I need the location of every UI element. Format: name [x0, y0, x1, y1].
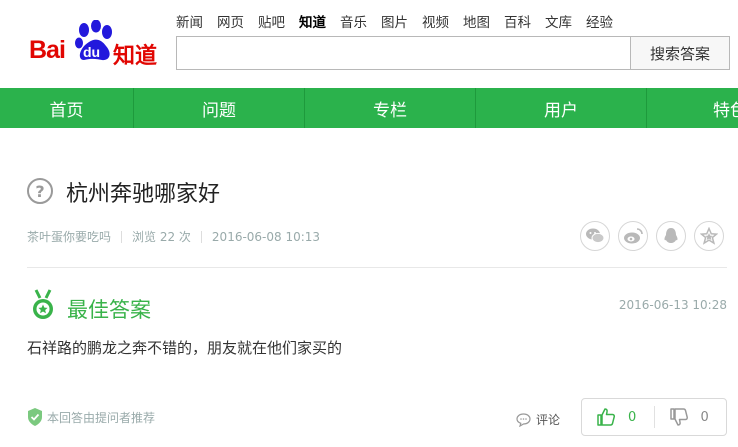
wechat-icon: [586, 228, 605, 244]
baidu-zhidao-logo[interactable]: Bai du 知道: [27, 18, 167, 69]
search-input[interactable]: [176, 36, 631, 70]
comment-button[interactable]: 评论: [516, 411, 560, 428]
downvote-count: 0: [700, 409, 709, 425]
answer-text: 石祥路的鹏龙之奔不错的，朋友就在他们家买的: [27, 339, 343, 357]
comment-icon: [516, 412, 531, 427]
logo-du-text: du: [83, 44, 101, 60]
nav-baike[interactable]: 百科: [504, 11, 531, 31]
nav-video[interactable]: 视频: [422, 11, 449, 31]
star-icon: [700, 227, 718, 245]
thumbs-down-icon: [669, 408, 688, 426]
recommended-note: 本回答由提问者推荐: [27, 408, 155, 426]
channel-home[interactable]: 首页: [0, 88, 134, 128]
favorite-button[interactable]: [694, 221, 724, 251]
logo-bai-text: Bai: [29, 36, 66, 64]
downvote-button[interactable]: 0: [655, 399, 727, 435]
question-icon: ?: [27, 178, 53, 204]
question-date: 2016-06-08 10:13: [211, 229, 321, 244]
nav-images[interactable]: 图片: [381, 11, 408, 31]
page: Bai du 知道 新闻 网页 贴吧 知道 音乐 图片 视频 地图 百科 文库 …: [0, 0, 738, 447]
nav-wenku[interactable]: 文库: [545, 11, 572, 31]
question-author[interactable]: 茶叶蛋你要吃吗: [27, 228, 111, 245]
channel-featured[interactable]: 特色: [647, 88, 738, 128]
qq-icon: [664, 228, 678, 243]
recommended-text: 本回答由提问者推荐: [47, 410, 156, 425]
nav-jingyan[interactable]: 经验: [586, 11, 613, 31]
channel-columns[interactable]: 专栏: [305, 88, 476, 128]
question-title: 杭州奔驰哪家好: [66, 182, 221, 207]
nav-news[interactable]: 新闻: [176, 11, 203, 31]
nav-music[interactable]: 音乐: [340, 11, 367, 31]
nav-tieba[interactable]: 贴吧: [258, 11, 285, 31]
weibo-icon: [624, 228, 643, 244]
section-divider: [27, 267, 727, 268]
medal-icon: [33, 289, 53, 319]
best-answer-label: 最佳答案: [67, 298, 151, 322]
thumbs-up-icon: [597, 408, 616, 426]
meta-divider: [200, 230, 202, 243]
comment-label: 评论: [536, 413, 561, 427]
shield-check-icon: [28, 408, 42, 426]
share-weibo-button[interactable]: [618, 221, 648, 251]
nav-zhidao[interactable]: 知道: [299, 11, 326, 31]
upvote-button[interactable]: 0: [582, 399, 654, 435]
nav-web[interactable]: 网页: [217, 11, 244, 31]
logo-zhidao-text: 知道: [113, 44, 158, 69]
search-button[interactable]: 搜索答案: [630, 36, 730, 70]
vote-box: 0 0: [581, 398, 727, 436]
product-nav: 新闻 网页 贴吧 知道 音乐 图片 视频 地图 百科 文库 经验: [176, 11, 627, 31]
channel-questions[interactable]: 问题: [134, 88, 305, 128]
nav-map[interactable]: 地图: [463, 11, 490, 31]
answer-time: 2016-06-13 10:28: [618, 298, 727, 312]
share-wechat-button[interactable]: [580, 221, 610, 251]
channel-users[interactable]: 用户: [476, 88, 647, 128]
question-views: 浏览 22 次: [132, 230, 191, 244]
question-meta: 茶叶蛋你要吃吗 浏览 22 次 2016-06-08 10:13: [27, 228, 320, 245]
upvote-count: 0: [628, 409, 637, 425]
meta-divider: [121, 230, 123, 243]
share-qq-button[interactable]: [656, 221, 686, 251]
channel-nav: 首页 问题 专栏 用户 特色: [0, 88, 738, 128]
